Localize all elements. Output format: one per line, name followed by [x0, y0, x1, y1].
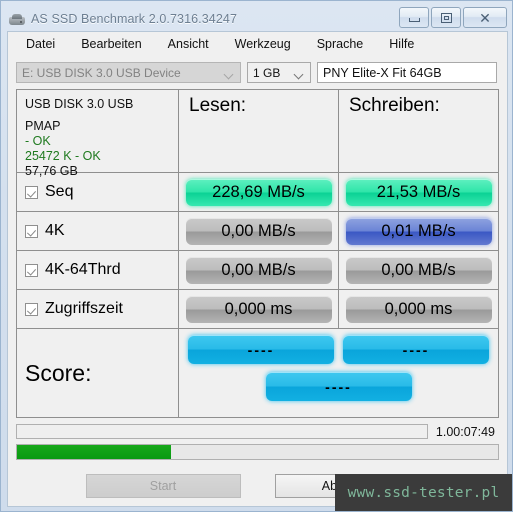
- seq-read-value: 228,69 MB/s: [185, 178, 332, 206]
- drive-model: USB DISK 3.0 USB: [25, 97, 134, 111]
- menu-ansicht[interactable]: Ansicht: [168, 37, 209, 51]
- test-size-select[interactable]: 1 GB: [247, 62, 311, 83]
- device-name-input[interactable]: PNY Elite-X Fit 64GB: [317, 62, 497, 83]
- app-window: AS SSD Benchmark 2.0.7316.34247 ✕ Datei …: [0, 0, 513, 512]
- close-icon: ✕: [479, 9, 491, 26]
- 4k64thrd-write-value: 0,00 MB/s: [345, 256, 492, 284]
- menu-sprache[interactable]: Sprache: [317, 37, 364, 51]
- test-size-value: 1 GB: [253, 65, 281, 80]
- access-read-cell: 0,000 ms: [179, 290, 339, 328]
- restore-icon: [440, 12, 452, 23]
- controls-row: E: USB DISK 3.0 USB Device 1 GB PNY Elit…: [8, 56, 507, 83]
- progress-bar-fill: [17, 445, 171, 459]
- checkbox-4k[interactable]: [25, 224, 38, 238]
- score-badges: ---- ---- ----: [179, 329, 498, 417]
- maximize-button[interactable]: [431, 7, 461, 28]
- drive-icon: [9, 11, 25, 27]
- table-row: 4K-64Thrd 0,00 MB/s 0,00 MB/s: [17, 251, 498, 290]
- 4k64thrd-read-cell: 0,00 MB/s: [179, 251, 339, 289]
- window-title: AS SSD Benchmark 2.0.7316.34247: [31, 12, 238, 26]
- status-row: 1.00:07:49: [16, 424, 499, 439]
- menu-datei[interactable]: Datei: [26, 37, 55, 51]
- score-write-value: ----: [343, 335, 489, 364]
- row-label-zugriffszeit: Zugriffszeit: [17, 290, 179, 328]
- device-select-value: E: USB DISK 3.0 USB Device: [22, 65, 181, 80]
- checkbox-4k-64thrd[interactable]: [25, 263, 38, 277]
- menu-hilfe[interactable]: Hilfe: [389, 37, 414, 51]
- window-controls: ✕: [399, 7, 507, 28]
- watermark: www.ssd-tester.pl: [335, 474, 512, 511]
- close-button[interactable]: ✕: [463, 7, 507, 28]
- checkbox-seq[interactable]: [25, 185, 38, 199]
- row-label-4k64thrd: 4K-64Thrd: [17, 251, 179, 289]
- score-total-value: ----: [265, 372, 412, 401]
- read-column-header: Lesen:: [179, 90, 339, 172]
- row-label-seq: Seq: [17, 173, 179, 211]
- start-button[interactable]: Start: [85, 474, 241, 498]
- write-column-label: Schreiben:: [349, 95, 440, 116]
- drive-info-panel: USB DISK 3.0 USB PMAP - OK 25472 K - OK …: [17, 90, 179, 178]
- access-write-value: 0,000 ms: [345, 295, 492, 323]
- elapsed-timer: 1.00:07:49: [435, 424, 495, 439]
- access-write-cell: 0,000 ms: [339, 290, 498, 328]
- row-label-text: Seq: [45, 183, 74, 200]
- menu-werkzeug[interactable]: Werkzeug: [235, 37, 291, 51]
- progress-bar: [16, 444, 499, 460]
- row-label-4k: 4K: [17, 212, 179, 250]
- 4k-read-cell: 0,00 MB/s: [179, 212, 339, 250]
- chevron-down-icon: [295, 71, 304, 76]
- device-select[interactable]: E: USB DISK 3.0 USB Device: [16, 62, 241, 83]
- row-label-text: Zugriffszeit: [45, 300, 123, 317]
- menu-bar: Datei Bearbeiten Ansicht Werkzeug Sprach…: [8, 32, 507, 56]
- access-read-value: 0,000 ms: [185, 295, 332, 323]
- minimize-button[interactable]: [399, 7, 429, 28]
- score-label: Score:: [17, 329, 179, 417]
- 4k-read-value: 0,00 MB/s: [185, 217, 332, 245]
- score-row: Score: ---- ---- ----: [17, 329, 498, 417]
- menu-bearbeiten[interactable]: Bearbeiten: [81, 37, 141, 51]
- status-message-box: [16, 424, 428, 439]
- drive-align-status: - OK: [25, 134, 51, 148]
- grid-header-row: USB DISK 3.0 USB PMAP - OK 25472 K - OK …: [17, 90, 498, 178]
- watermark-text: www.ssd-tester.pl: [347, 484, 500, 501]
- chevron-down-icon: [225, 71, 234, 76]
- drive-offset: 25472 K - OK: [25, 149, 101, 163]
- results-grid: USB DISK 3.0 USB PMAP - OK 25472 K - OK …: [16, 89, 499, 418]
- seq-read-cell: 228,69 MB/s: [179, 173, 339, 211]
- table-row: Seq 228,69 MB/s 21,53 MB/s: [17, 173, 498, 212]
- row-label-text: 4K: [45, 222, 65, 239]
- client-area: Datei Bearbeiten Ansicht Werkzeug Sprach…: [7, 31, 508, 507]
- table-row: Zugriffszeit 0,000 ms 0,000 ms: [17, 290, 498, 329]
- 4k-write-cell: 0,01 MB/s: [339, 212, 498, 250]
- 4k64thrd-read-value: 0,00 MB/s: [185, 256, 332, 284]
- write-column-header: Schreiben:: [339, 90, 498, 172]
- score-bottom-row: ----: [265, 372, 412, 401]
- drive-firmware: PMAP: [25, 119, 61, 133]
- 4k64thrd-write-cell: 0,00 MB/s: [339, 251, 498, 289]
- 4k-write-value: 0,01 MB/s: [345, 217, 492, 245]
- row-label-text: 4K-64Thrd: [45, 261, 121, 278]
- seq-write-value: 21,53 MB/s: [345, 178, 492, 206]
- checkbox-zugriffszeit[interactable]: [25, 302, 38, 316]
- minimize-icon: [408, 18, 420, 22]
- table-row: 4K 0,00 MB/s 0,01 MB/s: [17, 212, 498, 251]
- score-read-value: ----: [188, 335, 334, 364]
- seq-write-cell: 21,53 MB/s: [339, 173, 498, 211]
- score-top-row: ---- ----: [188, 335, 489, 364]
- read-column-label: Lesen:: [189, 95, 247, 116]
